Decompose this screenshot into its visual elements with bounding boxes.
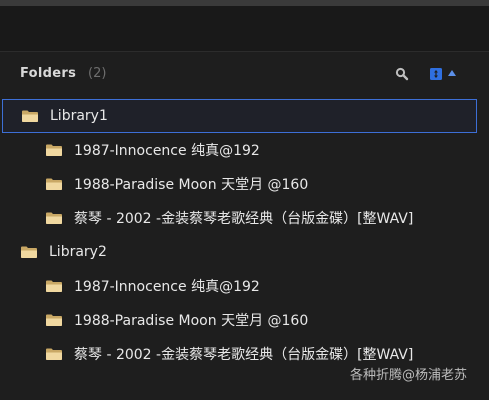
folder-label: 1987-Innocence 纯真@192 xyxy=(74,279,260,295)
folder-label: 蔡琴 - 2002 -金装蔡琴老歌经典（台版金碟）[整WAV] xyxy=(74,211,414,227)
panel-title: Folders xyxy=(20,66,77,81)
sort-ascending-icon xyxy=(448,70,456,76)
folder-icon xyxy=(46,314,62,326)
library-item[interactable]: Library1 xyxy=(2,99,477,133)
folder-label: 1988-Paradise Moon 天堂月 @160 xyxy=(74,313,309,329)
folder-label: 蔡琴 - 2002 -金装蔡琴老歌经典（台版金碟）[整WAV] xyxy=(74,347,414,363)
library-item[interactable]: Library2 xyxy=(0,235,489,269)
library-label: Library2 xyxy=(49,244,107,260)
sort-order-icon xyxy=(430,68,442,80)
folder-item[interactable]: 1988-Paradise Moon 天堂月 @160 xyxy=(0,303,489,337)
folder-icon xyxy=(46,178,62,190)
folder-icon xyxy=(46,348,62,360)
search-icon[interactable] xyxy=(394,66,410,82)
folder-tree: Library1 1987-Innocence 纯真@192 1988-Paradi… xyxy=(0,99,489,371)
folder-label: 1987-Innocence 纯真@192 xyxy=(74,143,260,159)
folder-item[interactable]: 1987-Innocence 纯真@192 xyxy=(0,269,489,303)
toolbar xyxy=(0,6,489,52)
folder-count: (2) xyxy=(88,66,107,81)
folder-icon xyxy=(46,212,62,224)
folder-icon xyxy=(46,280,62,292)
folder-icon xyxy=(22,110,38,122)
library-label: Library1 xyxy=(50,108,108,124)
watermark: 各种折腾@杨浦老苏 xyxy=(350,368,468,383)
folder-item[interactable]: 蔡琴 - 2002 -金装蔡琴老歌经典（台版金碟）[整WAV] xyxy=(0,201,489,235)
folder-item[interactable]: 1987-Innocence 纯真@192 xyxy=(0,133,489,167)
folder-icon xyxy=(46,144,62,156)
sort-button[interactable] xyxy=(428,66,462,82)
folders-panel: Folders (2) Library1 1987-Innocence 纯真@19… xyxy=(0,52,489,400)
folder-item[interactable]: 1988-Paradise Moon 天堂月 @160 xyxy=(0,167,489,201)
folders-panel-header: Folders (2) xyxy=(0,52,489,97)
folder-label: 1988-Paradise Moon 天堂月 @160 xyxy=(74,177,309,193)
folder-icon xyxy=(21,246,37,258)
